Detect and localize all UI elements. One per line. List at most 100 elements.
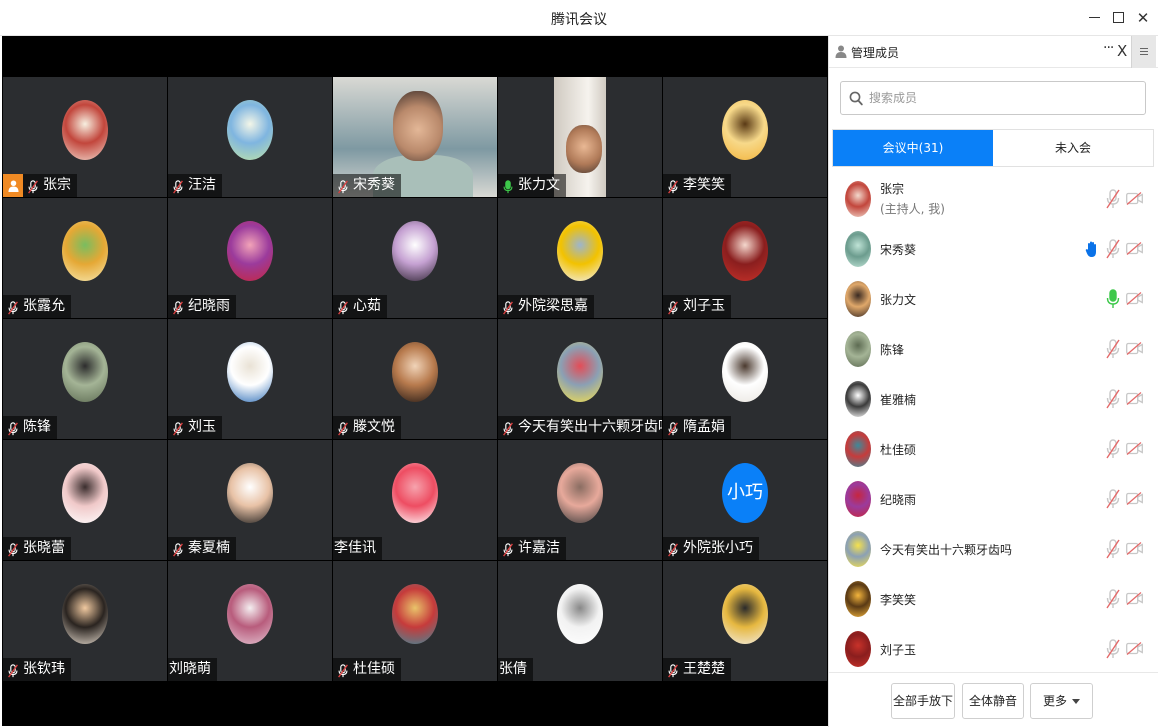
participant-tile[interactable]: 隋孟娟 xyxy=(663,319,827,439)
participant-name: 张晓蕾 xyxy=(23,540,65,556)
avatar xyxy=(62,100,108,160)
close-window-button[interactable]: ✕ xyxy=(1131,6,1155,30)
member-row[interactable]: 张宗 (主持人, 我) xyxy=(829,174,1158,224)
member-row[interactable]: 李笑笑 xyxy=(829,574,1158,624)
participant-tile[interactable]: 王楚楚 xyxy=(663,561,827,681)
camera-off-icon[interactable] xyxy=(1126,492,1143,505)
mic-muted-icon xyxy=(7,542,19,557)
participant-tile[interactable]: 李佳讯 xyxy=(333,440,497,560)
participant-tile[interactable]: 陈锋 xyxy=(3,319,167,439)
mic-muted-icon[interactable] xyxy=(1106,239,1120,259)
member-row[interactable]: 刘子玉 xyxy=(829,624,1158,674)
mic-muted-icon xyxy=(502,542,514,557)
participant-tile[interactable]: 许嘉洁 xyxy=(498,440,662,560)
participant-tile[interactable]: 刘晓萌 xyxy=(168,561,332,681)
member-row[interactable]: 今天有笑出十六颗牙齿吗 xyxy=(829,524,1158,574)
member-avatar xyxy=(845,331,871,367)
camera-off-icon[interactable] xyxy=(1126,242,1143,255)
participant-tile[interactable]: 心茹 xyxy=(333,198,497,318)
camera-off-icon[interactable] xyxy=(1126,442,1143,455)
mic-muted-icon xyxy=(502,300,514,315)
mic-muted-icon xyxy=(667,179,679,194)
tab-in-meeting[interactable]: 会议中(31) xyxy=(833,130,993,166)
participant-tile[interactable]: 张倩 xyxy=(498,561,662,681)
panel-header: 管理成员 ··· X xyxy=(829,36,1158,68)
participant-tile[interactable]: 张力文 xyxy=(498,77,662,197)
participant-tile[interactable]: 滕文悦 xyxy=(333,319,497,439)
participant-nametag: 张露允 xyxy=(3,295,71,318)
mic-muted-icon[interactable] xyxy=(1106,439,1120,459)
avatar xyxy=(62,463,108,523)
participant-name: 张倩 xyxy=(499,661,527,677)
mic-muted-icon[interactable] xyxy=(1106,389,1120,409)
panel-menu-button[interactable] xyxy=(1131,36,1156,68)
mic-muted-icon[interactable] xyxy=(1106,339,1120,359)
participant-name: 张宗 xyxy=(43,177,71,193)
participant-name: 李笑笑 xyxy=(683,177,725,193)
member-row[interactable]: 陈锋 xyxy=(829,324,1158,374)
member-search xyxy=(840,81,1146,115)
camera-off-icon[interactable] xyxy=(1126,592,1143,605)
maximize-button[interactable] xyxy=(1106,6,1130,30)
more-options-button[interactable]: 更多 xyxy=(1030,683,1093,719)
lower-all-hands-button[interactable]: 全部手放下 xyxy=(891,683,955,719)
mic-on-icon[interactable] xyxy=(1106,289,1120,309)
mic-muted-icon xyxy=(7,663,19,678)
participant-tile[interactable]: 刘子玉 xyxy=(663,198,827,318)
participant-tile[interactable]: 张露允 xyxy=(3,198,167,318)
mic-muted-icon[interactable] xyxy=(1106,189,1120,209)
participant-tile[interactable]: 外院梁思嘉 xyxy=(498,198,662,318)
mic-muted-icon[interactable] xyxy=(1106,589,1120,609)
mic-muted-icon[interactable] xyxy=(1106,489,1120,509)
panel-more-button[interactable]: ··· xyxy=(1103,40,1114,56)
participant-tile[interactable]: 宋秀葵 xyxy=(333,77,497,197)
member-row[interactable]: 杜佳硕 xyxy=(829,424,1158,474)
mic-muted-icon[interactable] xyxy=(1106,639,1120,659)
participant-tile[interactable]: 李笑笑 xyxy=(663,77,827,197)
mic-muted-icon xyxy=(27,179,39,194)
participant-face xyxy=(566,125,602,173)
camera-off-icon[interactable] xyxy=(1126,392,1143,405)
participant-tile[interactable]: 张钦玮 xyxy=(3,561,167,681)
camera-off-icon[interactable] xyxy=(1126,192,1143,205)
member-row[interactable]: 宋秀葵 xyxy=(829,224,1158,274)
member-row[interactable]: 张力文 xyxy=(829,274,1158,324)
camera-off-icon[interactable] xyxy=(1126,642,1143,655)
mic-muted-icon xyxy=(667,421,679,436)
camera-off-icon[interactable] xyxy=(1126,292,1143,305)
member-name: 纪晓雨 xyxy=(880,493,917,507)
participant-tile[interactable]: 张晓蕾 xyxy=(3,440,167,560)
mute-all-button[interactable]: 全体静音 xyxy=(962,683,1024,719)
video-stage: 张宗 汪洁 宋秀葵 张力文 李笑笑张露允 纪晓雨 心茹 外院梁思嘉 刘子玉陈锋 刘玉 滕文悦 今天有笑… xyxy=(2,36,828,726)
avatar xyxy=(62,584,108,644)
participant-nametag: 外院梁思嘉 xyxy=(498,295,594,318)
participant-tile[interactable]: 刘玉 xyxy=(168,319,332,439)
participant-name: 汪洁 xyxy=(188,177,216,193)
camera-off-icon[interactable] xyxy=(1126,342,1143,355)
camera-off-icon[interactable] xyxy=(1126,542,1143,555)
tab-not-joined[interactable]: 未入会 xyxy=(993,130,1153,166)
mic-muted-icon xyxy=(172,421,184,436)
participant-tile[interactable]: 秦夏楠 xyxy=(168,440,332,560)
participant-nametag: 杜佳硕 xyxy=(333,658,401,681)
mic-muted-icon xyxy=(7,300,19,315)
participant-tile[interactable]: 张宗 xyxy=(3,77,167,197)
panel-close-button[interactable]: X xyxy=(1117,42,1127,60)
minimize-button[interactable] xyxy=(1082,6,1106,30)
participant-tile[interactable]: 汪洁 xyxy=(168,77,332,197)
participant-tile[interactable]: 纪晓雨 xyxy=(168,198,332,318)
mic-muted-icon[interactable] xyxy=(1106,539,1120,559)
participant-tile[interactable]: 今天有笑出十六颗牙齿吗 xyxy=(498,319,662,439)
person-icon xyxy=(835,45,847,58)
participant-name: 张力文 xyxy=(518,177,560,193)
avatar xyxy=(557,463,603,523)
member-row[interactable]: 崔雅楠 xyxy=(829,374,1158,424)
member-row[interactable]: 纪晓雨 xyxy=(829,474,1158,524)
participant-tile[interactable]: 小巧 外院张小巧 xyxy=(663,440,827,560)
avatar xyxy=(722,342,768,402)
participant-tile[interactable]: 杜佳硕 xyxy=(333,561,497,681)
participant-name: 滕文悦 xyxy=(353,419,395,435)
avatar xyxy=(227,584,273,644)
search-input[interactable] xyxy=(869,82,1139,114)
participant-nametag: 张倩 xyxy=(498,658,533,681)
